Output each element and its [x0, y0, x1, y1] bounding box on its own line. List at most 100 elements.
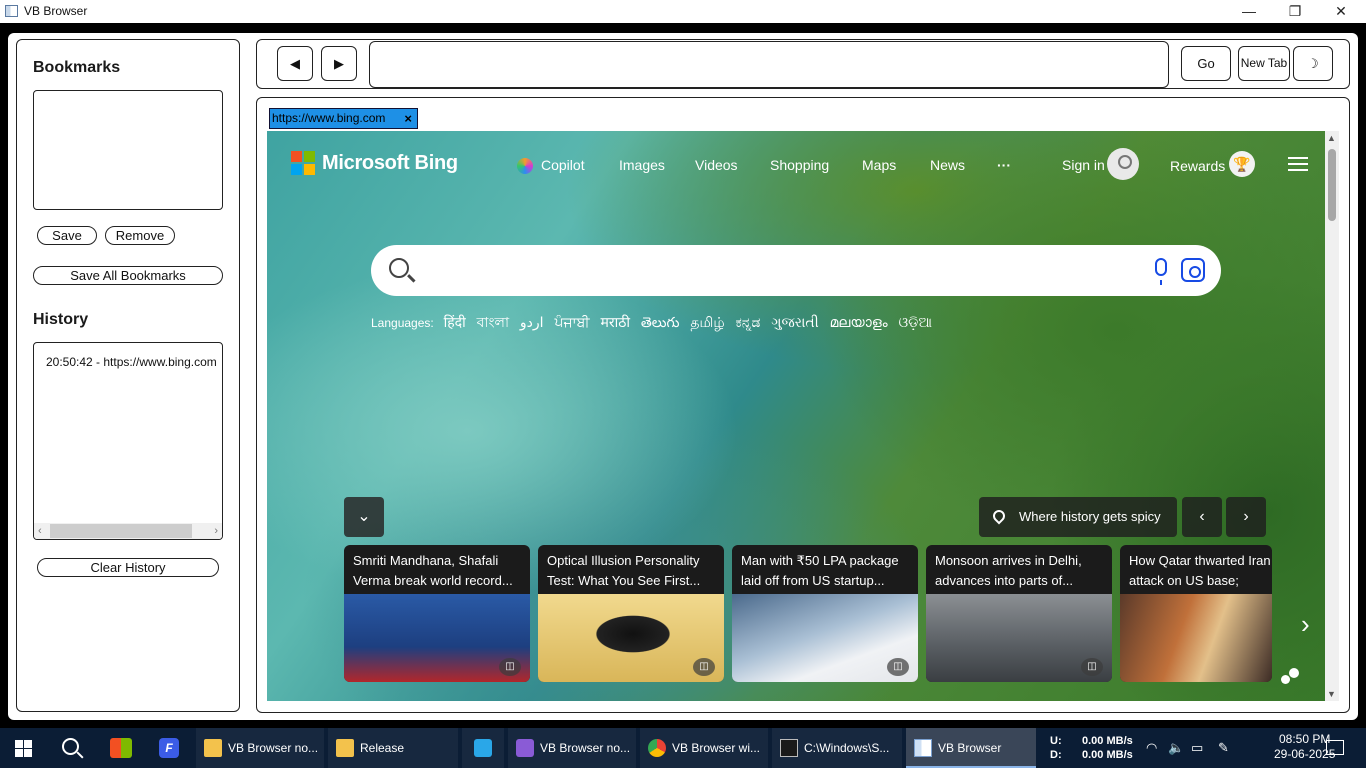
- language-link-kannada[interactable]: ಕನ್ನಡ: [735, 314, 760, 330]
- news-card[interactable]: Man with ₹50 LPA package laid off from U…: [732, 545, 918, 682]
- language-link-telugu[interactable]: తెలుగు: [641, 314, 680, 330]
- news-card[interactable]: Smriti Mandhana, Shafali Verma break wor…: [344, 545, 530, 682]
- language-link-tamil[interactable]: தமிழ்: [690, 314, 724, 330]
- bing-logo-text: Microsoft Bing: [322, 151, 458, 174]
- scroll-up-icon[interactable]: ▲: [1327, 133, 1336, 143]
- taskbar-app-chrome[interactable]: VB Browser wi...: [640, 728, 768, 768]
- copilot-icon: [517, 158, 533, 174]
- nav-videos[interactable]: Videos: [695, 157, 738, 173]
- close-tab-icon[interactable]: ×: [404, 111, 412, 126]
- language-link-hindi[interactable]: हिंदी: [444, 314, 466, 330]
- language-link-punjabi[interactable]: ਪੰਜਾਬੀ: [554, 314, 589, 330]
- microphone-icon[interactable]: [1155, 258, 1167, 285]
- nav-more[interactable]: ···: [997, 157, 1011, 173]
- language-link-urdu[interactable]: اردو: [520, 314, 544, 330]
- search-icon: [389, 258, 409, 278]
- nav-news[interactable]: News: [930, 157, 965, 173]
- save-bookmark-button[interactable]: Save: [37, 226, 97, 245]
- pen-icon[interactable]: ✎: [1218, 740, 1229, 756]
- remove-bookmark-button[interactable]: Remove: [105, 226, 175, 245]
- title-bar: VB Browser — ❐ ✕: [0, 0, 1366, 23]
- notifications-icon[interactable]: [1326, 740, 1344, 755]
- sign-in-link[interactable]: Sign in: [1062, 157, 1105, 173]
- microsoft-logo-icon: [291, 151, 315, 175]
- previous-image-button[interactable]: ‹: [1182, 497, 1222, 537]
- next-image-button[interactable]: ›: [1226, 497, 1266, 537]
- browser-tab[interactable]: https://www.bing.com ×: [269, 108, 418, 129]
- news-card-title: Optical Illusion Personality Test: What …: [547, 553, 701, 588]
- taskbar-search-icon[interactable]: [62, 738, 79, 755]
- scrollbar-thumb[interactable]: [1328, 149, 1336, 221]
- tab-label: https://www.bing.com: [272, 111, 386, 125]
- web-view[interactable]: Microsoft Bing Copilot Images Videos Sho…: [267, 131, 1339, 701]
- language-link-malayalam[interactable]: മലയാളം: [830, 314, 888, 330]
- language-link-gujarati[interactable]: ગુજરાતી: [771, 314, 818, 330]
- back-button[interactable]: ◀: [277, 46, 313, 81]
- avatar-icon[interactable]: [1107, 148, 1139, 180]
- scrollbar-thumb[interactable]: [50, 524, 192, 538]
- location-pin-icon: [990, 507, 1008, 525]
- history-item[interactable]: 20:50:42 - https://www.bing.com: [46, 355, 217, 369]
- start-windows-icon[interactable]: [15, 740, 32, 757]
- visual-search-icon[interactable]: [1181, 258, 1205, 282]
- news-card[interactable]: Monsoon arrives in Delhi, advances into …: [926, 545, 1112, 682]
- next-cards-arrow-icon[interactable]: ›: [1301, 609, 1310, 640]
- close-window-button[interactable]: ✕: [1318, 0, 1364, 23]
- language-link-odia[interactable]: ଓଡ଼ିଆ: [899, 314, 933, 330]
- webview-vertical-scrollbar[interactable]: ▲ ▼: [1325, 131, 1339, 701]
- bing-search-box[interactable]: [371, 245, 1221, 296]
- taskbar-app-terminal[interactable]: C:\Windows\S...: [772, 728, 902, 768]
- save-all-bookmarks-button[interactable]: Save All Bookmarks: [33, 266, 223, 285]
- net-speed-labels: U: D:: [1050, 734, 1062, 762]
- rewards-link[interactable]: Rewards: [1170, 158, 1225, 174]
- pinned-app-f-icon[interactable]: F: [159, 738, 179, 758]
- taskbar-app-visual-studio[interactable]: VB Browser no...: [508, 728, 636, 768]
- scroll-right-icon[interactable]: ›: [214, 523, 218, 539]
- taskbar-app-vscode[interactable]: [462, 728, 504, 768]
- reader-icon: ◫: [499, 658, 521, 676]
- reader-icon: ◫: [887, 658, 909, 676]
- download-speed: 0.00 MB/s: [1082, 749, 1133, 761]
- language-link-marathi[interactable]: मराठी: [600, 314, 629, 330]
- bookmarks-list[interactable]: [33, 90, 223, 210]
- rewards-trophy-icon[interactable]: 🏆: [1229, 151, 1255, 177]
- taskbar-app-vb-browser[interactable]: VB Browser: [906, 728, 1036, 768]
- forward-button[interactable]: ▶: [321, 46, 357, 81]
- window-title: VB Browser: [24, 4, 88, 18]
- menu-icon[interactable]: [1288, 157, 1308, 171]
- news-card-title: Monsoon arrives in Delhi, advances into …: [935, 553, 1082, 588]
- taskbar-app-explorer-2[interactable]: Release: [328, 728, 458, 768]
- battery-icon[interactable]: ▭: [1191, 740, 1203, 756]
- taskbar-app-explorer-1[interactable]: VB Browser no...: [196, 728, 324, 768]
- news-card[interactable]: How Qatar thwarted Iran attack on US bas…: [1120, 545, 1272, 682]
- wifi-icon[interactable]: ◠: [1146, 740, 1157, 756]
- store-icon[interactable]: [110, 738, 132, 758]
- minimize-button[interactable]: —: [1226, 0, 1272, 23]
- address-bar[interactable]: [369, 41, 1169, 88]
- navigation-toolbar: ◀ ▶ Go New Tab ☽: [256, 39, 1350, 89]
- news-card[interactable]: Optical Illusion Personality Test: What …: [538, 545, 724, 682]
- nav-images[interactable]: Images: [619, 157, 665, 173]
- go-button[interactable]: Go: [1181, 46, 1231, 81]
- vb-browser-icon: [914, 739, 932, 757]
- scroll-left-icon[interactable]: ‹: [38, 523, 42, 539]
- app-icon: [5, 5, 18, 17]
- scroll-down-icon[interactable]: ▼: [1327, 689, 1336, 699]
- nav-copilot[interactable]: Copilot: [541, 157, 585, 173]
- history-horizontal-scrollbar[interactable]: ‹ ›: [34, 523, 222, 539]
- image-story-button[interactable]: Where history gets spicy: [979, 497, 1177, 537]
- language-link-bengali[interactable]: বাংলা: [477, 314, 509, 330]
- news-card-title: Man with ₹50 LPA package laid off from U…: [741, 553, 899, 588]
- nav-maps[interactable]: Maps: [862, 157, 896, 173]
- maximize-button[interactable]: ❐: [1272, 0, 1318, 23]
- theme-toggle-button[interactable]: ☽: [1293, 46, 1333, 81]
- bing-logo[interactable]: Microsoft Bing: [291, 151, 458, 175]
- collapse-feed-button[interactable]: ⌄: [344, 497, 384, 537]
- volume-icon[interactable]: 🔈: [1168, 740, 1184, 756]
- nav-shopping[interactable]: Shopping: [770, 157, 829, 173]
- history-list[interactable]: 20:50:42 - https://www.bing.com ‹ ›: [33, 342, 223, 540]
- new-tab-button[interactable]: New Tab: [1238, 46, 1290, 81]
- clear-history-button[interactable]: Clear History: [37, 558, 219, 577]
- sidebar-panel: Bookmarks Save Remove Save All Bookmarks…: [16, 39, 240, 712]
- feedback-icon[interactable]: [1279, 668, 1301, 684]
